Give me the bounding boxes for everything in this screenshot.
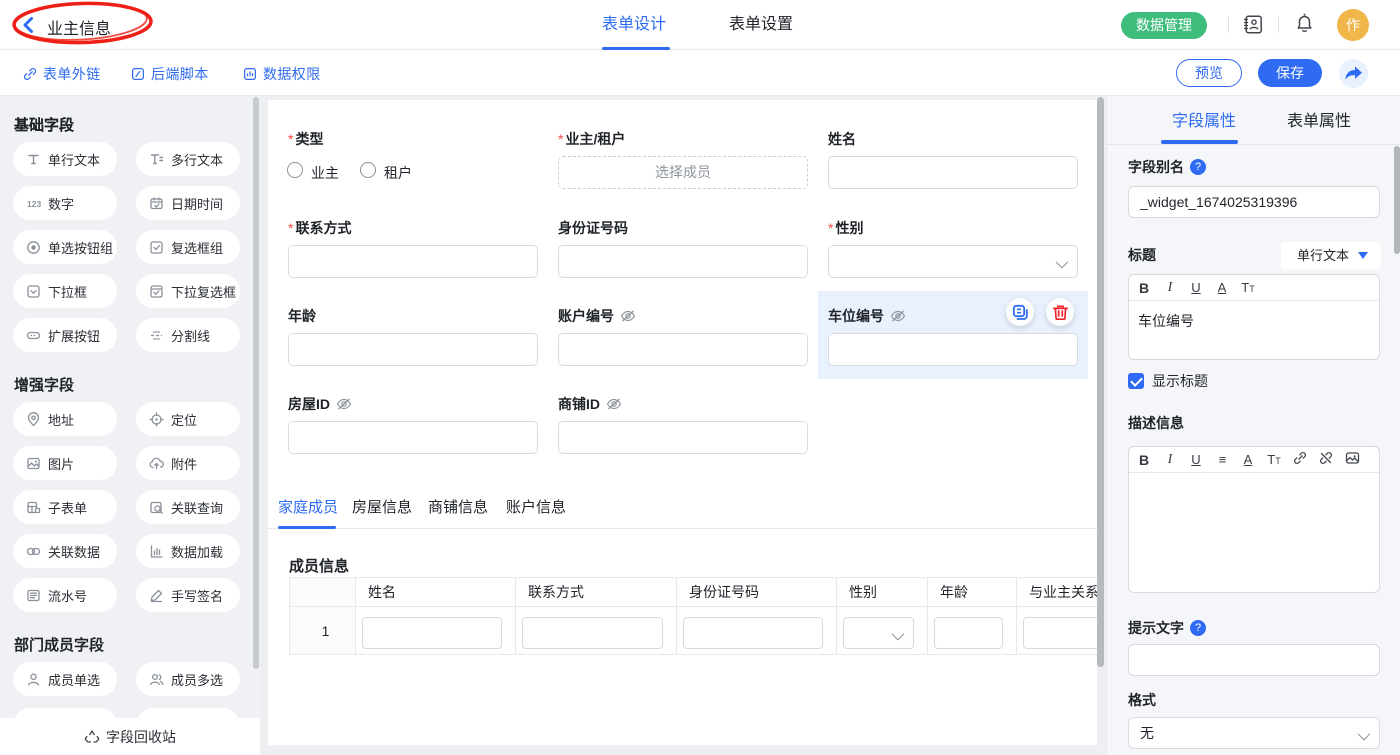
svg-text:123: 123 [27, 199, 41, 209]
